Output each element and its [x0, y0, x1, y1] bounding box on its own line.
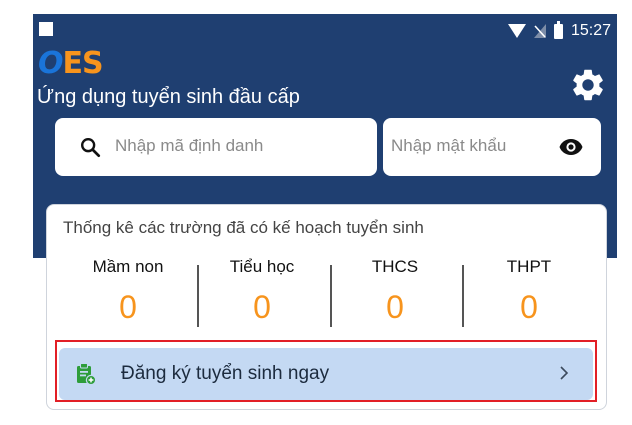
gear-icon[interactable]	[569, 66, 607, 104]
id-input-placeholder: Nhập mã định danh	[115, 136, 264, 155]
stat-thcs: THCS 0	[330, 257, 460, 326]
battery-icon	[553, 20, 563, 39]
eye-icon[interactable]	[559, 138, 583, 156]
stats-title: Thống kê các trường đã có kế hoạch tuyển…	[63, 218, 424, 237]
stat-label: Tiểu học	[229, 257, 295, 276]
stat-value: 0	[520, 289, 538, 325]
stat-value: 0	[253, 289, 271, 325]
highlight-box	[55, 340, 597, 402]
stat-label: THPT	[506, 257, 552, 276]
stat-label: Mầm non	[92, 257, 164, 276]
wifi-icon	[507, 24, 526, 38]
app-subtitle: Ứng dụng tuyển sinh đầu cấp	[37, 86, 300, 108]
notification-icon	[39, 22, 53, 36]
id-input[interactable]: Nhập mã định danh	[55, 118, 377, 176]
status-time: 15:27	[570, 22, 611, 39]
stat-label: THCS	[371, 257, 419, 276]
stat-tieu-hoc: Tiểu học 0	[197, 257, 327, 326]
app-screen: 15:27 OES Ứng dụng tuyển sinh đầu cấp Nh…	[33, 14, 617, 425]
status-bar: 15:27	[33, 14, 617, 46]
app-logo: OES	[38, 46, 104, 81]
password-input[interactable]: Nhập mật khẩu	[383, 118, 601, 176]
password-input-placeholder: Nhập mật khẩu	[391, 136, 507, 155]
no-signal-icon	[533, 24, 546, 38]
stat-value: 0	[386, 289, 404, 325]
stat-thpt: THPT 0	[464, 257, 594, 326]
stat-mam-non: Mầm non 0	[63, 257, 193, 326]
search-icon	[81, 138, 101, 158]
stat-value: 0	[119, 289, 137, 325]
status-icons: 15:27	[507, 18, 617, 44]
